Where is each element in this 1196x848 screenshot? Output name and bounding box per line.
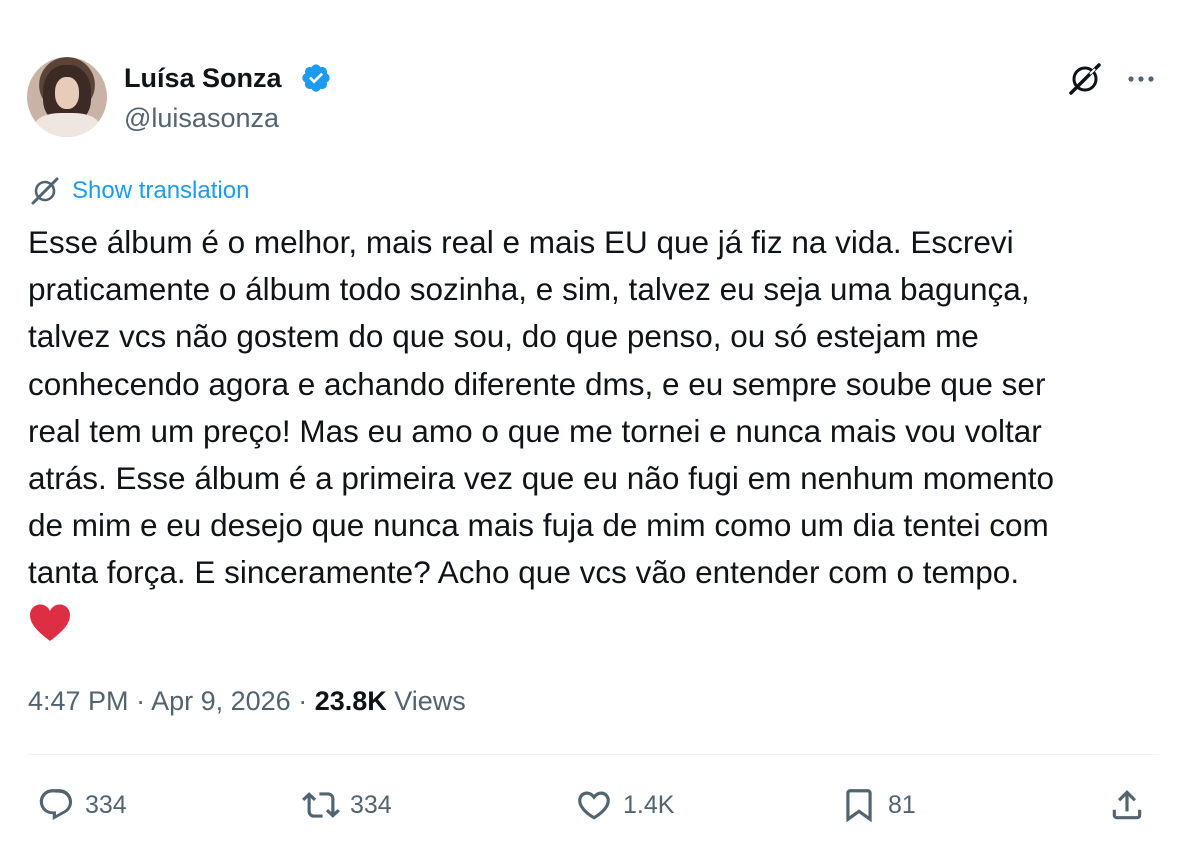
translate-icon bbox=[31, 177, 59, 205]
share-icon bbox=[1112, 790, 1142, 820]
like-button[interactable]: 1.4K bbox=[575, 784, 674, 826]
avatar[interactable] bbox=[27, 57, 107, 137]
views-count: 23.8K bbox=[314, 686, 387, 716]
retweet-count: 334 bbox=[350, 790, 392, 819]
retweet-button[interactable]: 334 bbox=[302, 784, 392, 826]
author-handle[interactable]: @luisasonza bbox=[124, 100, 279, 136]
more-horizontal-icon[interactable] bbox=[1124, 64, 1158, 94]
share-button[interactable] bbox=[1108, 784, 1146, 826]
red-heart-emoji-icon bbox=[30, 604, 70, 641]
author-name[interactable]: Luísa Sonza bbox=[124, 60, 282, 96]
reply-icon bbox=[39, 789, 73, 820]
reply-count: 334 bbox=[85, 790, 127, 819]
bookmark-icon bbox=[846, 789, 872, 823]
tweet-time[interactable]: 4:47 PM bbox=[28, 686, 129, 716]
bookmark-count: 81 bbox=[888, 790, 916, 819]
avatar-face bbox=[55, 77, 79, 109]
reply-button[interactable]: 334 bbox=[37, 784, 127, 826]
tweet-meta: 4:47 PM · Apr 9, 2026 · 23.8K Views bbox=[28, 682, 466, 720]
verified-badge-icon bbox=[302, 64, 330, 92]
views-label: Views bbox=[394, 686, 466, 716]
heart-icon bbox=[578, 791, 610, 820]
like-count: 1.4K bbox=[623, 790, 675, 819]
show-translation-link[interactable]: Show translation bbox=[72, 177, 249, 205]
divider bbox=[28, 754, 1159, 755]
grok-icon[interactable] bbox=[1066, 60, 1104, 98]
bookmark-button[interactable]: 81 bbox=[840, 784, 916, 826]
meta-separator: · bbox=[128, 686, 152, 716]
tweet-text: Esse álbum é o melhor, mais real e mais … bbox=[28, 224, 1055, 591]
tweet-date[interactable]: Apr 9, 2026 bbox=[151, 686, 291, 716]
avatar-body bbox=[35, 113, 99, 137]
meta-separator-2: · bbox=[290, 686, 315, 716]
retweet-icon bbox=[302, 792, 340, 818]
show-translation-row[interactable]: Show translation bbox=[30, 174, 249, 208]
